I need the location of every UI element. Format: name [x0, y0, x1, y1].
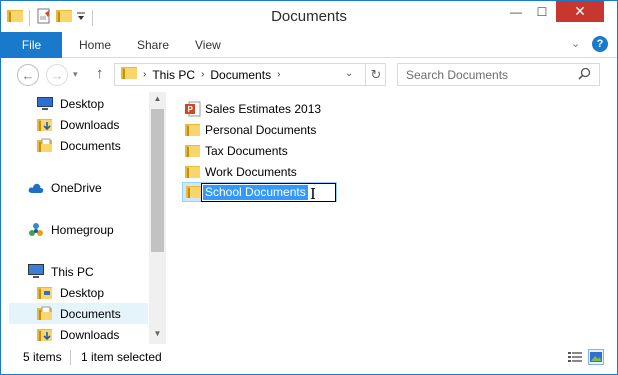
sidebar-scrollbar[interactable]: ▲ ▼	[149, 92, 166, 344]
scrollbar-thumb[interactable]	[151, 109, 164, 252]
folder-icon	[185, 122, 201, 138]
help-icon[interactable]: ?	[592, 36, 608, 52]
up-button[interactable]: ↑	[96, 65, 104, 82]
powerpoint-file-icon: P	[185, 101, 201, 117]
sidebar-item-label: Homegroup	[51, 222, 114, 237]
explorer-window: Documents — ☐ ✕ File Home Share View ⌄ ?…	[0, 0, 618, 375]
status-separator	[70, 350, 71, 365]
address-bar[interactable]: › This PC › Documents › ⌄ ↻	[114, 63, 386, 86]
sidebar-item-onedrive[interactable]: OneDrive	[28, 177, 165, 198]
forward-button[interactable]: →	[46, 64, 68, 86]
navigation-bar: ← → ▾ ↑ › This PC › Documents › ⌄ ↻ Sear…	[1, 58, 617, 92]
tab-view[interactable]: View	[195, 38, 221, 52]
file-name: Sales Estimates 2013	[205, 102, 322, 116]
ribbon-expand-icon[interactable]: ⌄	[571, 37, 580, 50]
downloads-folder-icon	[37, 327, 53, 343]
sidebar-item-label: Desktop	[60, 96, 105, 111]
homegroup-icon	[28, 222, 44, 238]
scroll-up-icon[interactable]: ▲	[149, 94, 166, 107]
breadcrumb-this-pc[interactable]: This PC	[152, 68, 195, 82]
ribbon: File Home Share View ⌄ ?	[1, 32, 617, 58]
sidebar-item-label: Desktop	[60, 285, 105, 300]
large-icons-view-icon[interactable]	[588, 349, 604, 365]
text-cursor-icon: I	[310, 185, 316, 203]
title-bar: Documents — ☐ ✕	[1, 1, 617, 32]
documents-folder-icon	[37, 306, 53, 322]
folder-icon	[185, 143, 201, 159]
status-bar: 5 items 1 item selected	[1, 344, 617, 374]
computer-icon	[28, 264, 44, 280]
breadcrumb-separator[interactable]: ›	[277, 69, 280, 80]
cloud-icon	[28, 180, 44, 196]
documents-folder-icon	[37, 138, 53, 154]
folder-icon	[186, 184, 202, 200]
chevron-down-icon[interactable]: ⌄	[345, 68, 353, 79]
breadcrumb-separator[interactable]: ›	[201, 69, 204, 80]
sidebar-item-this-pc[interactable]: This PC	[28, 261, 165, 282]
selection-count: 1 item selected	[81, 350, 162, 364]
sidebar-item-pc-documents[interactable]: Documents	[9, 303, 148, 324]
back-button[interactable]: ←	[17, 64, 39, 86]
file-item-sales-estimates[interactable]: P Sales Estimates 2013	[185, 99, 321, 119]
search-box[interactable]: Search Documents	[397, 63, 600, 86]
search-icon[interactable]	[578, 67, 591, 83]
downloads-folder-icon	[37, 117, 53, 133]
sidebar-item-homegroup[interactable]: Homegroup	[28, 219, 165, 240]
tab-share[interactable]: Share	[137, 38, 169, 52]
sidebar-item-label: Documents	[60, 306, 121, 321]
item-count: 5 items	[23, 350, 62, 364]
file-item-work-documents[interactable]: Work Documents	[185, 162, 297, 182]
file-name: Work Documents	[205, 165, 297, 179]
close-button[interactable]: ✕	[556, 1, 604, 22]
sidebar-item-label: OneDrive	[51, 180, 102, 195]
tab-home[interactable]: Home	[79, 38, 111, 52]
file-name: Tax Documents	[205, 144, 288, 158]
search-input[interactable]: Search Documents	[406, 68, 508, 82]
rename-selected-text[interactable]: School Documents	[203, 185, 308, 200]
navigation-pane: Desktop Downloads Documents OneDrive Hom…	[1, 92, 166, 344]
sidebar-item-label: This PC	[51, 264, 94, 279]
sidebar-item-label: Downloads	[60, 117, 120, 132]
refresh-icon[interactable]: ↻	[365, 64, 386, 85]
desktop-icon	[37, 96, 53, 112]
breadcrumb-separator[interactable]: ›	[143, 69, 146, 80]
minimize-button[interactable]: —	[503, 1, 529, 22]
breadcrumb-documents[interactable]: Documents	[210, 68, 271, 82]
sidebar-item-label: Downloads	[60, 327, 120, 342]
details-view-icon[interactable]	[567, 349, 583, 365]
file-name: Personal Documents	[205, 123, 317, 137]
file-item-tax-documents[interactable]: Tax Documents	[185, 141, 288, 161]
folder-icon	[185, 164, 201, 180]
file-item-personal-documents[interactable]: Personal Documents	[185, 120, 316, 140]
folder-icon	[121, 66, 137, 83]
scroll-down-icon[interactable]: ▼	[149, 329, 166, 342]
tab-file[interactable]: File	[1, 32, 62, 58]
maximize-button[interactable]: ☐	[529, 1, 555, 22]
sidebar-item-label: Documents	[60, 138, 121, 153]
recent-locations-icon[interactable]: ▾	[73, 69, 78, 80]
svg-text:P: P	[188, 105, 194, 114]
file-list: P Sales Estimates 2013 Personal Document…	[166, 92, 617, 344]
desktop-folder-icon	[37, 285, 53, 301]
